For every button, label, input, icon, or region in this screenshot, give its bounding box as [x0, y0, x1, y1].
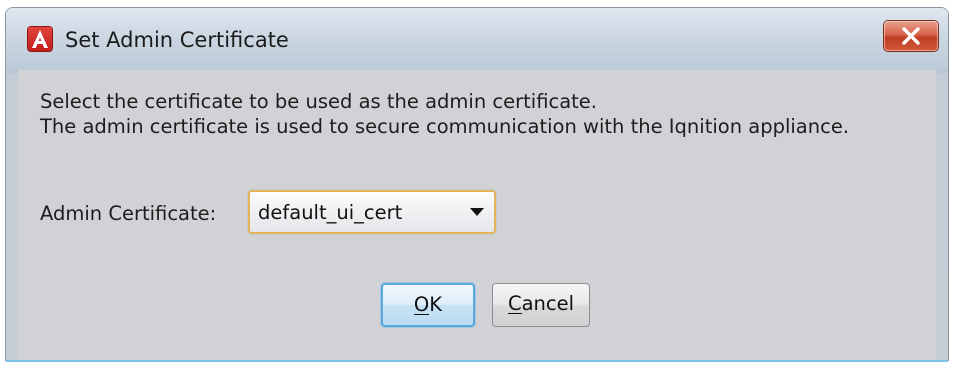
title-bar[interactable]: Set Admin Certificate: [6, 8, 948, 70]
window-bottom-border: [6, 360, 948, 362]
cancel-button[interactable]: Cancel: [492, 283, 590, 327]
ok-button[interactable]: OK: [381, 283, 475, 327]
app-logo-a-icon: [28, 27, 52, 51]
description-line-2: The admin certificate is used to secure …: [40, 115, 850, 138]
ok-mnemonic: O: [413, 293, 430, 316]
window-title: Set Admin Certificate: [65, 28, 289, 52]
chevron-down-icon: [470, 208, 484, 216]
admin-certificate-dropdown[interactable]: default_ui_cert: [248, 190, 496, 234]
screen: Set Admin Certificate Select the certifi…: [0, 0, 954, 366]
dialog-body: Select the certificate to be used as the…: [18, 70, 936, 360]
close-button[interactable]: [884, 21, 938, 51]
close-icon: [902, 27, 920, 45]
set-admin-certificate-dialog: Set Admin Certificate Select the certifi…: [6, 8, 948, 362]
ok-label-rest: K: [429, 293, 443, 316]
cancel-mnemonic: C: [507, 292, 522, 315]
description-line-1: Select the certificate to be used as the…: [40, 90, 597, 113]
cancel-label-rest: ancel: [521, 292, 575, 315]
admin-certificate-label: Admin Certificate:: [40, 202, 217, 225]
selected-certificate: default_ui_cert: [258, 201, 403, 224]
